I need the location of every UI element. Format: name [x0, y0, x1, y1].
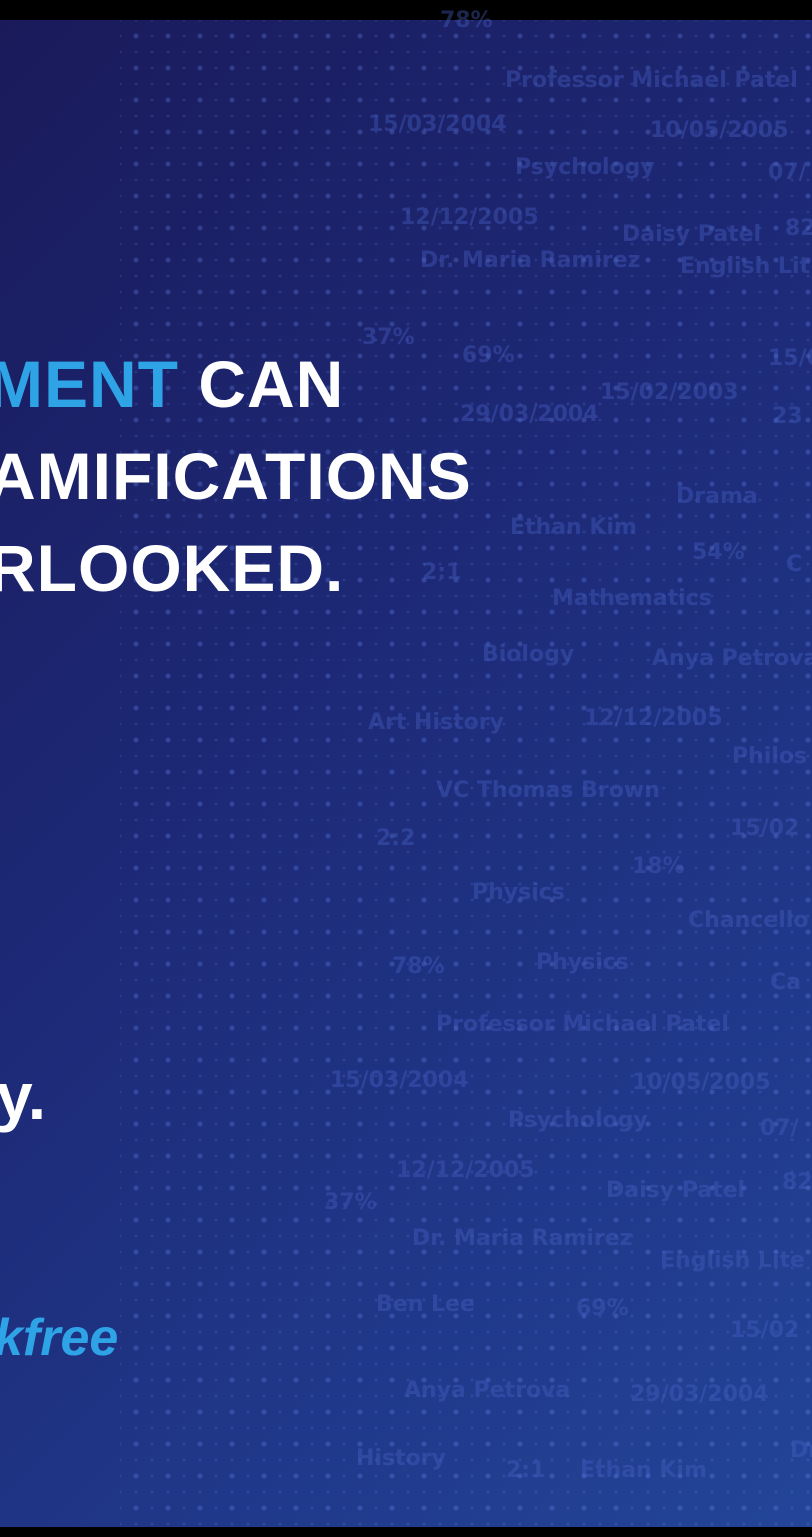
- bottom-border: [0, 1527, 812, 1537]
- brand-wordmark: kfree: [0, 1309, 119, 1367]
- headline-line-1: MENT CAN: [0, 338, 472, 430]
- headline-accent: MENT: [0, 347, 179, 421]
- headline: MENT CAN AMIFICATIONS RLOOKED.: [0, 338, 472, 614]
- body-text-fragment: y.: [0, 1059, 47, 1133]
- headline-line-2: AMIFICATIONS: [0, 439, 472, 513]
- poster: 78% Professor Michael Patel 15/03/2004 1…: [0, 0, 812, 1537]
- star-pattern-background: [120, 20, 812, 1527]
- headline-line-1-rest: CAN: [178, 347, 345, 421]
- top-border: [0, 0, 812, 20]
- headline-line-3: RLOOKED.: [0, 531, 345, 605]
